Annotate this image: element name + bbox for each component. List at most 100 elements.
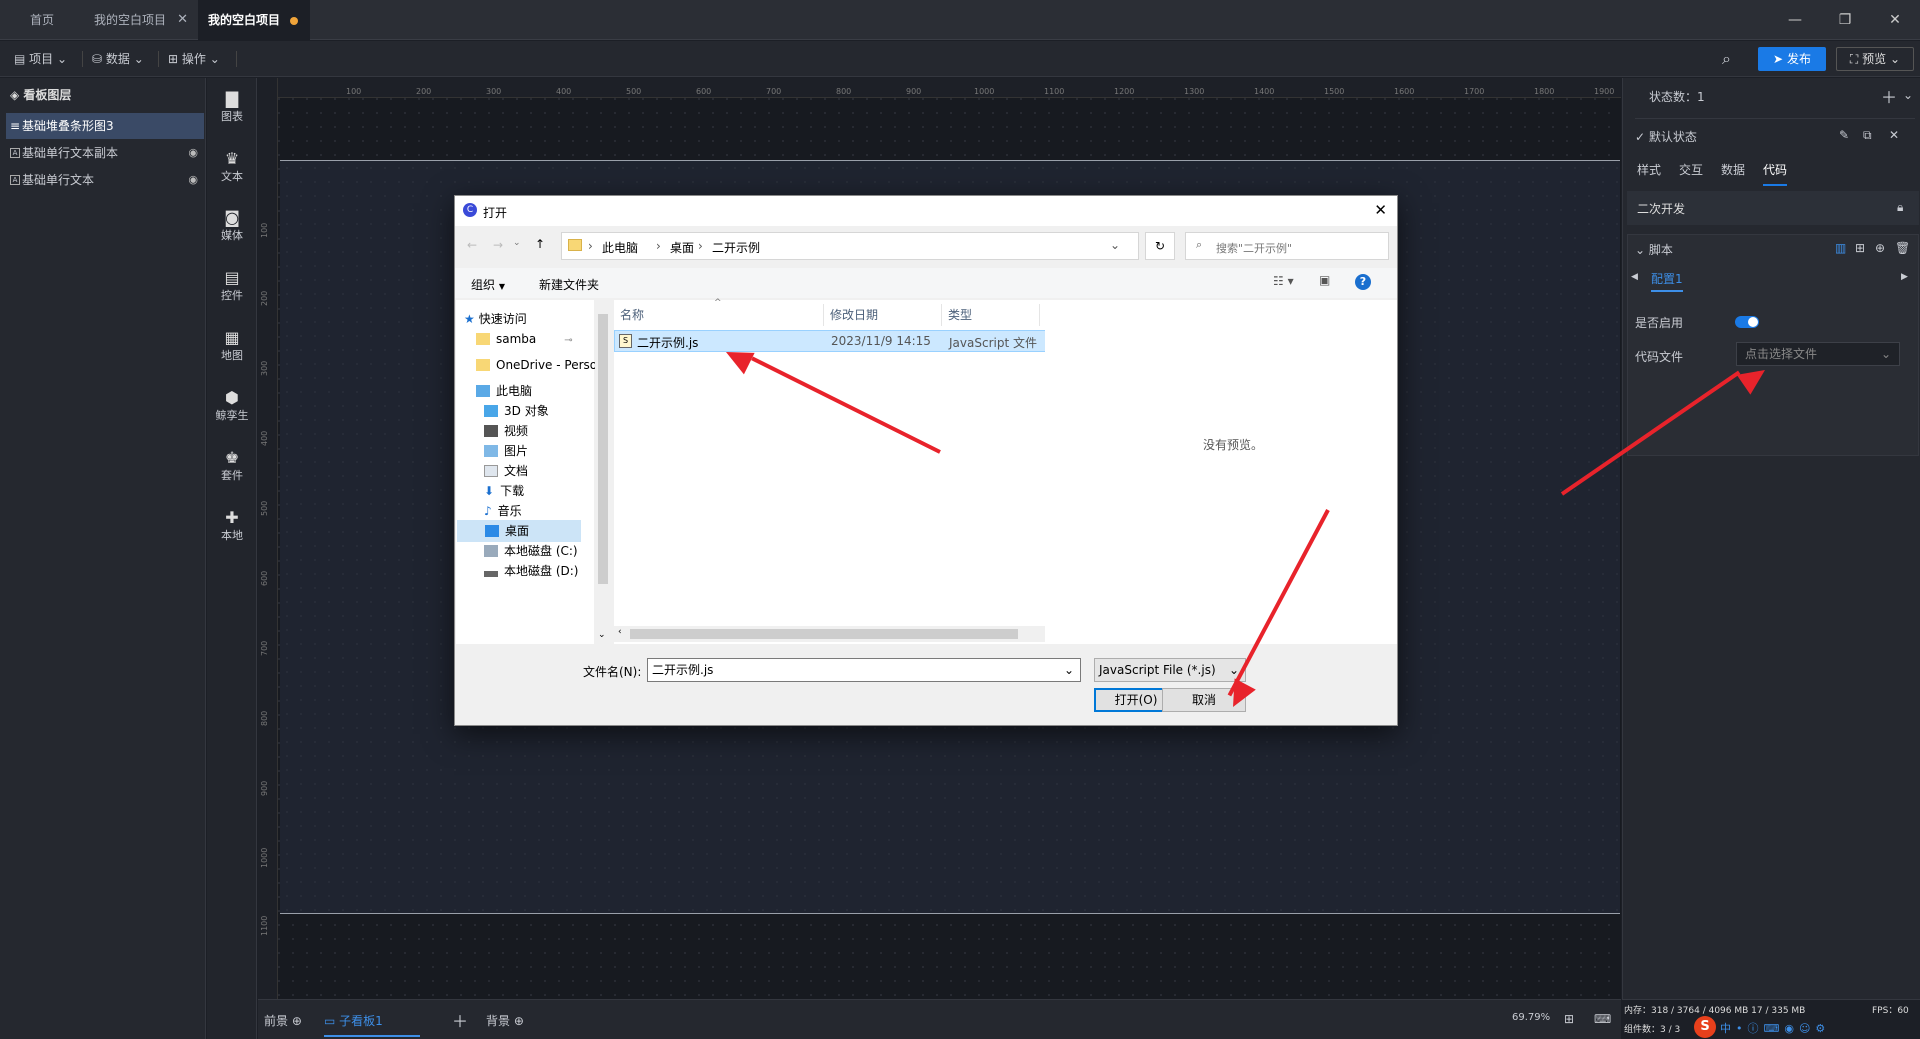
strip-local[interactable]: ✚ 本地 xyxy=(207,509,257,543)
background-tab[interactable]: 背景 ⊕ xyxy=(486,1012,524,1029)
close-window-icon[interactable]: ✕ xyxy=(1870,0,1920,40)
layer-item[interactable]: A 基础单行文本副本 ◉ xyxy=(6,140,204,166)
strip-chart[interactable]: ▇ 图表 xyxy=(207,90,257,124)
search-icon[interactable]: ⌕ xyxy=(1722,49,1731,69)
keyboard-icon[interactable]: ⌨ xyxy=(1594,1012,1611,1026)
horizontal-scrollbar[interactable]: ‹ › xyxy=(614,626,1064,642)
nav-drive-c[interactable]: 本地磁盘 (C:) xyxy=(484,540,578,562)
back-icon[interactable]: ← xyxy=(467,238,477,252)
add-circle-icon[interactable]: ⊕ xyxy=(292,1014,302,1028)
scrollbar-thumb[interactable] xyxy=(598,314,608,584)
grid-icon[interactable]: ⊞ xyxy=(1855,241,1865,255)
ime-toolbar-icons[interactable]: 中•ⓘ⌨◉☺⚙ xyxy=(1720,1020,1830,1036)
add-circle-icon[interactable]: ⊕ xyxy=(514,1014,524,1028)
scroll-right-icon[interactable]: ▶ xyxy=(1901,272,1908,282)
new-folder-button[interactable]: 新建文件夹 xyxy=(539,276,599,293)
default-state-row[interactable]: ✓ 默认状态 xyxy=(1635,128,1697,145)
nav-drive-d[interactable]: 本地磁盘 (D:) xyxy=(484,560,578,582)
breadcrumb-this-pc[interactable]: 此电脑 xyxy=(602,239,638,256)
restore-icon[interactable]: ❐ xyxy=(1820,0,1870,40)
breadcrumb-folder[interactable]: 二开示例 xyxy=(712,239,760,256)
foreground-tab[interactable]: 前景 ⊕ xyxy=(264,1012,302,1029)
tab-project-1[interactable]: 我的空白项目 ✕ xyxy=(84,0,196,40)
refresh-icon[interactable]: ↻ xyxy=(1145,232,1175,260)
nav-this-pc[interactable]: 此电脑 xyxy=(476,380,532,402)
nav-onedrive[interactable]: OneDrive - Perso xyxy=(476,354,597,376)
nav-samba[interactable]: samba ⊸ xyxy=(476,328,573,350)
tab-code[interactable]: 代码 xyxy=(1763,161,1788,186)
tab-interaction[interactable]: 交互 xyxy=(1679,161,1703,178)
filename-input[interactable]: 二开示例.js ⌄ xyxy=(647,658,1081,682)
operate-menu[interactable]: ⊞ 操作 ⌄ xyxy=(168,49,220,69)
project-menu[interactable]: ▤ 项目 ⌄ xyxy=(14,49,67,69)
edit-icon[interactable]: ✎ xyxy=(1839,128,1849,142)
copy-icon[interactable]: ⧉ xyxy=(1863,128,1872,143)
preview-pane-icon[interactable]: ▣ xyxy=(1319,273,1330,287)
nav-desktop[interactable]: 桌面 xyxy=(457,520,581,542)
scrollbar-thumb[interactable] xyxy=(630,629,1018,639)
strip-text[interactable]: ♛ 文本 xyxy=(207,150,257,184)
breadcrumb-desktop[interactable]: 桌面 xyxy=(670,239,694,256)
script-section[interactable]: ⌄ 脚本 xyxy=(1635,241,1673,258)
zoom-level[interactable]: 69.79% xyxy=(1512,1012,1550,1023)
nav-quick-access[interactable]: ★ 快速访问 xyxy=(464,308,527,330)
eye-off-icon[interactable]: ◉ xyxy=(188,140,198,166)
tab-data[interactable]: 数据 xyxy=(1721,161,1745,178)
organize-button[interactable]: 组织 ▼ xyxy=(471,276,505,293)
nav-downloads[interactable]: ⬇ 下载 xyxy=(484,480,524,502)
tab-project-2[interactable]: 我的空白项目 xyxy=(198,0,310,40)
scroll-left-icon[interactable]: ◀ xyxy=(1631,272,1638,282)
ruler-label: 300 xyxy=(260,360,269,376)
config-tab[interactable]: 配置1 xyxy=(1651,270,1683,292)
add-board-icon[interactable]: ＋ xyxy=(452,1008,468,1032)
scroll-left-icon[interactable]: ‹ xyxy=(618,627,622,637)
publish-button[interactable]: ➤ 发布 xyxy=(1758,47,1826,71)
search-input[interactable]: ⌕ 搜索"二开示例" xyxy=(1185,232,1389,260)
add-circle-icon[interactable]: ⊕ xyxy=(1875,241,1885,255)
nav-documents[interactable]: 文档 xyxy=(484,460,528,482)
nav-3d-objects[interactable]: 3D 对象 xyxy=(484,400,549,422)
nav-pictures[interactable]: 图片 xyxy=(484,440,528,462)
tab-home[interactable]: 首页 xyxy=(0,0,84,40)
up-icon[interactable]: ↑ xyxy=(535,237,545,251)
close-icon[interactable]: ✕ xyxy=(177,0,188,40)
chevron-down-icon[interactable]: ⌄ xyxy=(1903,88,1913,102)
strip-control[interactable]: ▤ 控件 xyxy=(207,269,257,303)
ime-logo-icon[interactable]: S xyxy=(1694,1016,1716,1038)
nav-scrollbar[interactable]: ⌄ xyxy=(595,300,611,644)
column-date[interactable]: 修改日期 xyxy=(824,304,942,326)
chevron-down-icon[interactable]: ⌄ xyxy=(1110,238,1120,252)
code-file-select[interactable]: 点击选择文件 ⌄ xyxy=(1736,342,1900,366)
forward-icon[interactable]: → xyxy=(493,238,503,252)
eye-off-icon[interactable]: ◉ xyxy=(188,167,198,193)
trash-icon[interactable]: 🗑︎ xyxy=(1895,241,1910,255)
strip-media[interactable]: ◙ 媒体 xyxy=(207,209,257,243)
tab-style[interactable]: 样式 xyxy=(1637,161,1661,178)
nav-videos[interactable]: 视频 xyxy=(484,420,528,442)
minimize-icon[interactable]: — xyxy=(1770,0,1820,40)
close-icon[interactable]: ✕ xyxy=(1374,201,1387,219)
file-row[interactable]: S 二开示例.js 2023/11/9 14:15 JavaScript 文件 xyxy=(614,330,1064,352)
help-icon[interactable]: ? xyxy=(1355,274,1371,290)
enable-toggle[interactable] xyxy=(1735,316,1759,328)
add-state-icon[interactable]: ＋ xyxy=(1881,84,1897,108)
layer-item[interactable]: A 基础单行文本 ◉ xyxy=(6,167,204,193)
layout-icon[interactable]: ▥ xyxy=(1835,241,1846,255)
strip-kit[interactable]: ♚ 套件 xyxy=(207,449,257,483)
fit-screen-icon[interactable]: ⊞ xyxy=(1564,1012,1574,1026)
data-menu[interactable]: ⛁ 数据 ⌄ xyxy=(92,49,144,69)
strip-map[interactable]: ▦ 地图 xyxy=(207,329,257,363)
sub-board-tab[interactable]: ▭ 子看板1 xyxy=(324,1012,420,1037)
close-icon[interactable]: ✕ xyxy=(1889,128,1899,142)
view-options-icon[interactable]: ☷ ▾ xyxy=(1273,274,1294,288)
lock-icon[interactable]: 🔒︎ xyxy=(1897,200,1903,215)
layer-item[interactable]: ≡ 基础堆叠条形图3 xyxy=(6,113,204,139)
recent-dropdown-icon[interactable]: ⌄ xyxy=(513,238,521,248)
strip-twin[interactable]: ⬢ 鲸孪生 xyxy=(207,389,257,423)
address-bar[interactable]: › 此电脑 › 桌面 › 二开示例 ⌄ xyxy=(561,232,1139,260)
scroll-down-icon[interactable]: ⌄ xyxy=(598,630,606,640)
nav-music[interactable]: ♪ 音乐 xyxy=(484,500,522,522)
column-type[interactable]: 类型 xyxy=(942,304,1040,326)
preview-button[interactable]: ⛶ 预览 ⌄ xyxy=(1836,47,1914,71)
filetype-select[interactable]: JavaScript File (*.js) ⌄ xyxy=(1094,658,1246,682)
